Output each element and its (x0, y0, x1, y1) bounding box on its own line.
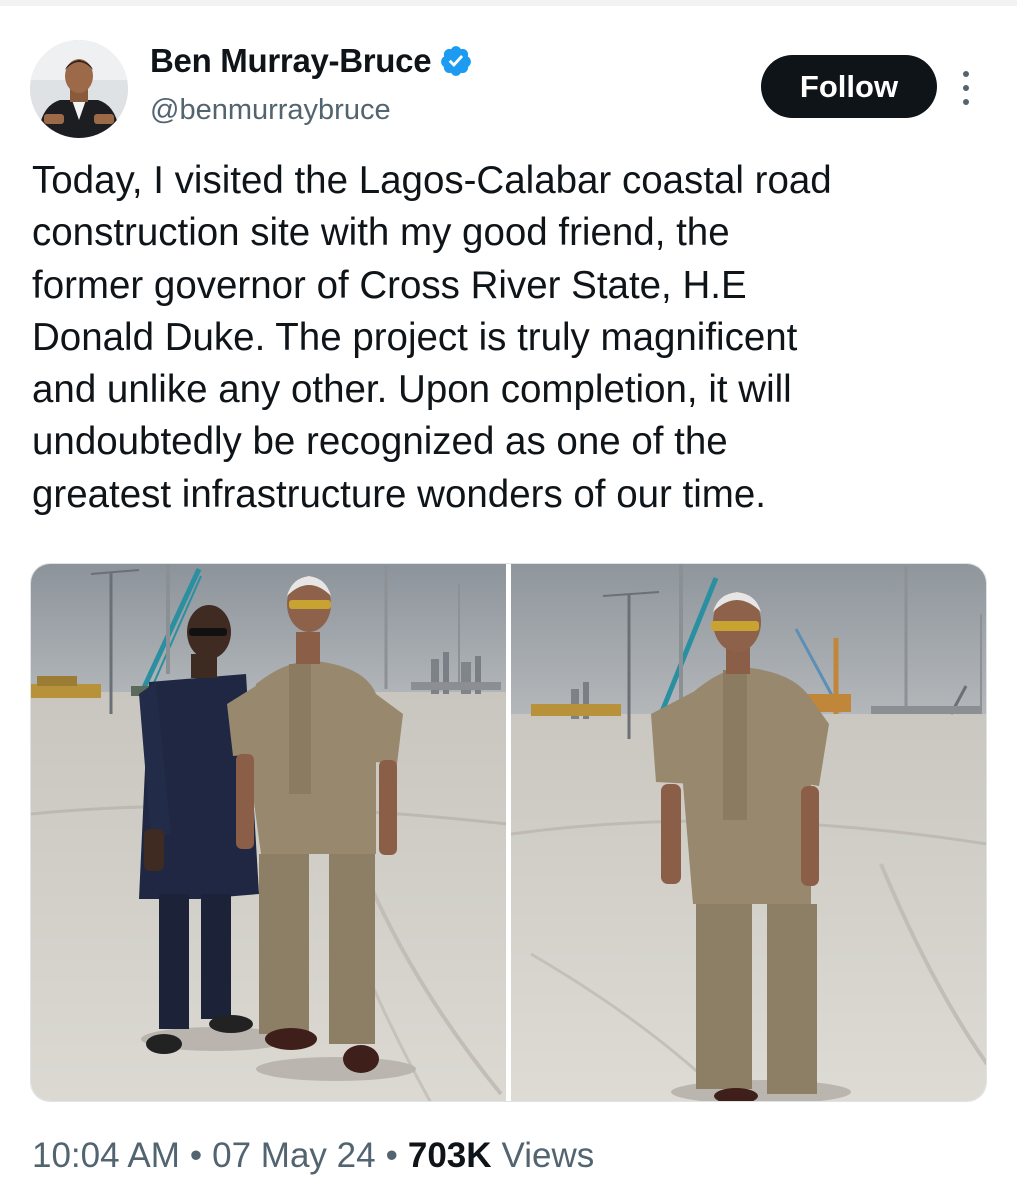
meta-separator: • (189, 1136, 203, 1175)
tweet-text: Today, I visited the Lagos-Calabar coast… (32, 159, 832, 516)
tweet-photo-2[interactable] (510, 564, 986, 1101)
avatar[interactable] (30, 40, 128, 138)
views-label: Views (501, 1136, 595, 1175)
author-name-row: Ben Murray-Bruce (150, 40, 473, 82)
author-handle[interactable]: @benmurraybruce (150, 94, 391, 127)
tweet-photo-1[interactable] (31, 564, 506, 1101)
top-divider (0, 0, 1017, 6)
tweet-time[interactable]: 10:04 AM (32, 1136, 180, 1176)
verified-badge-icon[interactable] (439, 44, 473, 78)
tweet-meta: 10:04 AM • 07 May 24 • 703K Views (32, 1134, 594, 1178)
avatar-image (30, 40, 128, 138)
more-dot (963, 71, 969, 77)
tweet-media (30, 563, 987, 1102)
views-count: 703K (407, 1136, 492, 1175)
more-dot (963, 85, 969, 91)
author-name[interactable]: Ben Murray-Bruce (150, 42, 432, 80)
meta-separator: • (385, 1136, 398, 1175)
more-options-icon[interactable] (956, 68, 976, 108)
more-dot (963, 99, 969, 105)
tweet-date[interactable]: 07 May 24 (212, 1136, 375, 1176)
follow-button[interactable]: Follow (761, 55, 937, 118)
